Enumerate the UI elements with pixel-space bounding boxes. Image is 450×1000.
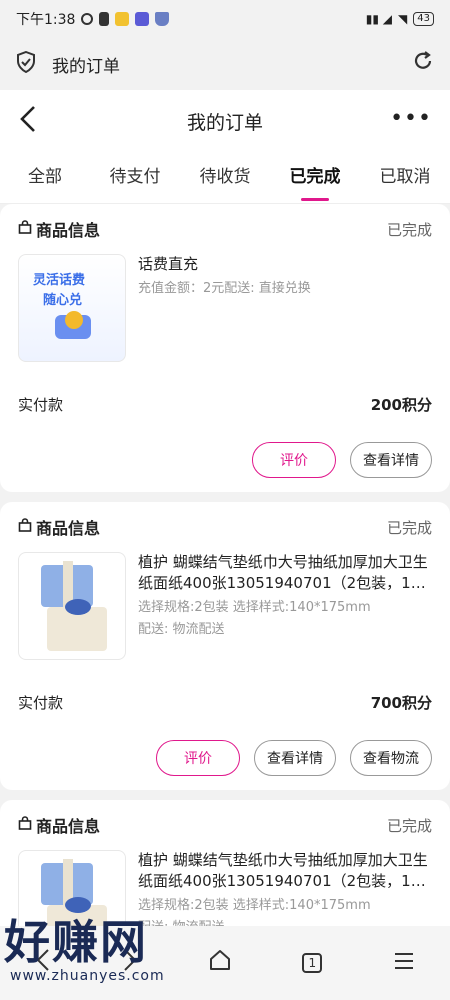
goods-info: 植护 蝴蝶结气垫纸巾大号抽纸加厚加大卫生纸面纸400张13051940701（2… <box>138 552 432 660</box>
goods-row[interactable]: 灵活话费 随心兑 话费直充 充值金额：2元配送: 直接兑换 <box>18 254 432 362</box>
pay-value: 700积分 <box>370 693 432 712</box>
pay-value: 200积分 <box>370 395 432 414</box>
order-card-header: 商品信息 已完成 <box>18 814 432 836</box>
order-tabs: 全部 待支付 待收货 已完成 已取消 <box>0 152 450 204</box>
order-card: 商品信息 已完成 灵活话费 随心兑 话费直充 充值金额：2元配送: 直接兑换 实… <box>0 204 450 492</box>
order-card-header: 商品信息 已完成 <box>18 218 432 240</box>
thumb-text-1: 灵活话费 <box>33 273 86 288</box>
order-status: 已完成 <box>386 220 432 239</box>
back-nav-icon[interactable] <box>35 948 51 978</box>
order-list: 商品信息 已完成 灵活话费 随心兑 话费直充 充值金额：2元配送: 直接兑换 实… <box>0 204 450 1000</box>
bag-icon <box>18 816 32 834</box>
goods-name: 植护 蝴蝶结气垫纸巾大号抽纸加厚加大卫生纸面纸400张13051940701（2… <box>138 553 428 592</box>
goods-row[interactable]: 植护 蝴蝶结气垫纸巾大号抽纸加厚加大卫生纸面纸400张13051940701（2… <box>18 552 432 660</box>
order-card-header: 商品信息 已完成 <box>18 516 432 538</box>
tab-pending-receipt[interactable]: 待收货 <box>180 152 270 203</box>
home-icon[interactable] <box>208 948 232 978</box>
status-left: 下午1:38 <box>16 9 170 29</box>
payment-row: 实付款 700积分 <box>18 690 432 714</box>
goods-spec: 充值金额：2元配送: 直接兑换 <box>138 281 311 296</box>
gift-bow <box>65 599 91 615</box>
shield-icon <box>16 50 36 77</box>
action-buttons: 评价 查看详情 <box>18 442 432 478</box>
order-card: 商品信息 已完成 植护 蝴蝶结气垫纸巾大号抽纸加厚加大卫生纸面纸400张1305… <box>0 502 450 790</box>
more-icon[interactable]: ••• <box>390 106 432 131</box>
browser-title: 我的订单 <box>52 56 120 77</box>
purple-app-icon <box>135 12 150 26</box>
back-icon[interactable] <box>18 104 38 141</box>
goods-name: 植护 蝴蝶结气垫纸巾大号抽纸加厚加大卫生纸面纸400张13051940701（2… <box>138 851 428 890</box>
section-title: 商品信息 <box>36 817 101 836</box>
rate-button[interactable]: 评价 <box>252 442 336 478</box>
status-right: ▮▮ ◢ ◥ 43 <box>366 12 434 26</box>
section-title: 商品信息 <box>36 519 101 538</box>
action-buttons: 评价 查看详情 查看物流 <box>18 740 432 776</box>
battery-icon: 43 <box>413 12 434 26</box>
app-notification-icon <box>99 12 110 26</box>
track-shipment-button[interactable]: 查看物流 <box>350 740 432 776</box>
view-details-button[interactable]: 查看详情 <box>254 740 336 776</box>
tab-all[interactable]: 全部 <box>0 152 90 203</box>
payment-row: 实付款 200积分 <box>18 392 432 416</box>
page-title: 我的订单 <box>186 111 263 134</box>
app-header: 我的订单 ••• <box>0 90 450 152</box>
wifi-icon: ◥ <box>398 12 408 26</box>
dnd-icon <box>81 13 94 25</box>
section-title: 商品信息 <box>36 221 101 240</box>
forward-nav-icon[interactable] <box>122 948 138 978</box>
coin <box>65 311 83 329</box>
signal-icon: ▮▮ ◢ <box>365 12 393 26</box>
goods-delivery: 配送: 物流配送 <box>138 622 225 637</box>
tissue-box-thumbnail <box>18 552 126 660</box>
tab-completed[interactable]: 已完成 <box>270 152 360 203</box>
tab-pending-payment[interactable]: 待支付 <box>90 152 180 203</box>
thumb-text-2: 随心兑 <box>43 293 83 308</box>
refresh-icon[interactable] <box>412 50 434 78</box>
bag-icon <box>18 220 32 238</box>
browser-bar: 我的订单 <box>0 38 450 90</box>
phone-credit-thumbnail: 灵活话费 随心兑 <box>18 254 126 362</box>
rate-button[interactable]: 评价 <box>156 740 240 776</box>
pay-label: 实付款 <box>18 395 64 414</box>
goods-spec: 选择规格:2包装 选择样式:140*175mm <box>138 898 371 913</box>
status-time: 下午1:38 <box>16 12 76 28</box>
bag-icon <box>18 518 32 536</box>
status-bar: 下午1:38 ▮▮ ◢ ◥ 43 <box>0 0 450 38</box>
goods-spec: 选择规格:2包装 选择样式:140*175mm <box>138 600 371 615</box>
pay-label: 实付款 <box>18 693 64 712</box>
view-details-button[interactable]: 查看详情 <box>350 442 432 478</box>
order-status: 已完成 <box>386 518 432 537</box>
yellow-app-icon <box>115 12 130 26</box>
goods-name: 话费直充 <box>138 255 199 273</box>
gift-bow <box>65 897 91 913</box>
boat-icon <box>155 12 170 26</box>
tabs-count-icon[interactable]: 1 <box>302 953 323 973</box>
goods-info: 话费直充 充值金额：2元配送: 直接兑换 <box>138 254 432 362</box>
menu-icon[interactable] <box>393 951 415 976</box>
browser-bottom-nav: 1 <box>0 926 450 1000</box>
order-status: 已完成 <box>386 816 432 835</box>
tab-cancelled[interactable]: 已取消 <box>360 152 450 203</box>
